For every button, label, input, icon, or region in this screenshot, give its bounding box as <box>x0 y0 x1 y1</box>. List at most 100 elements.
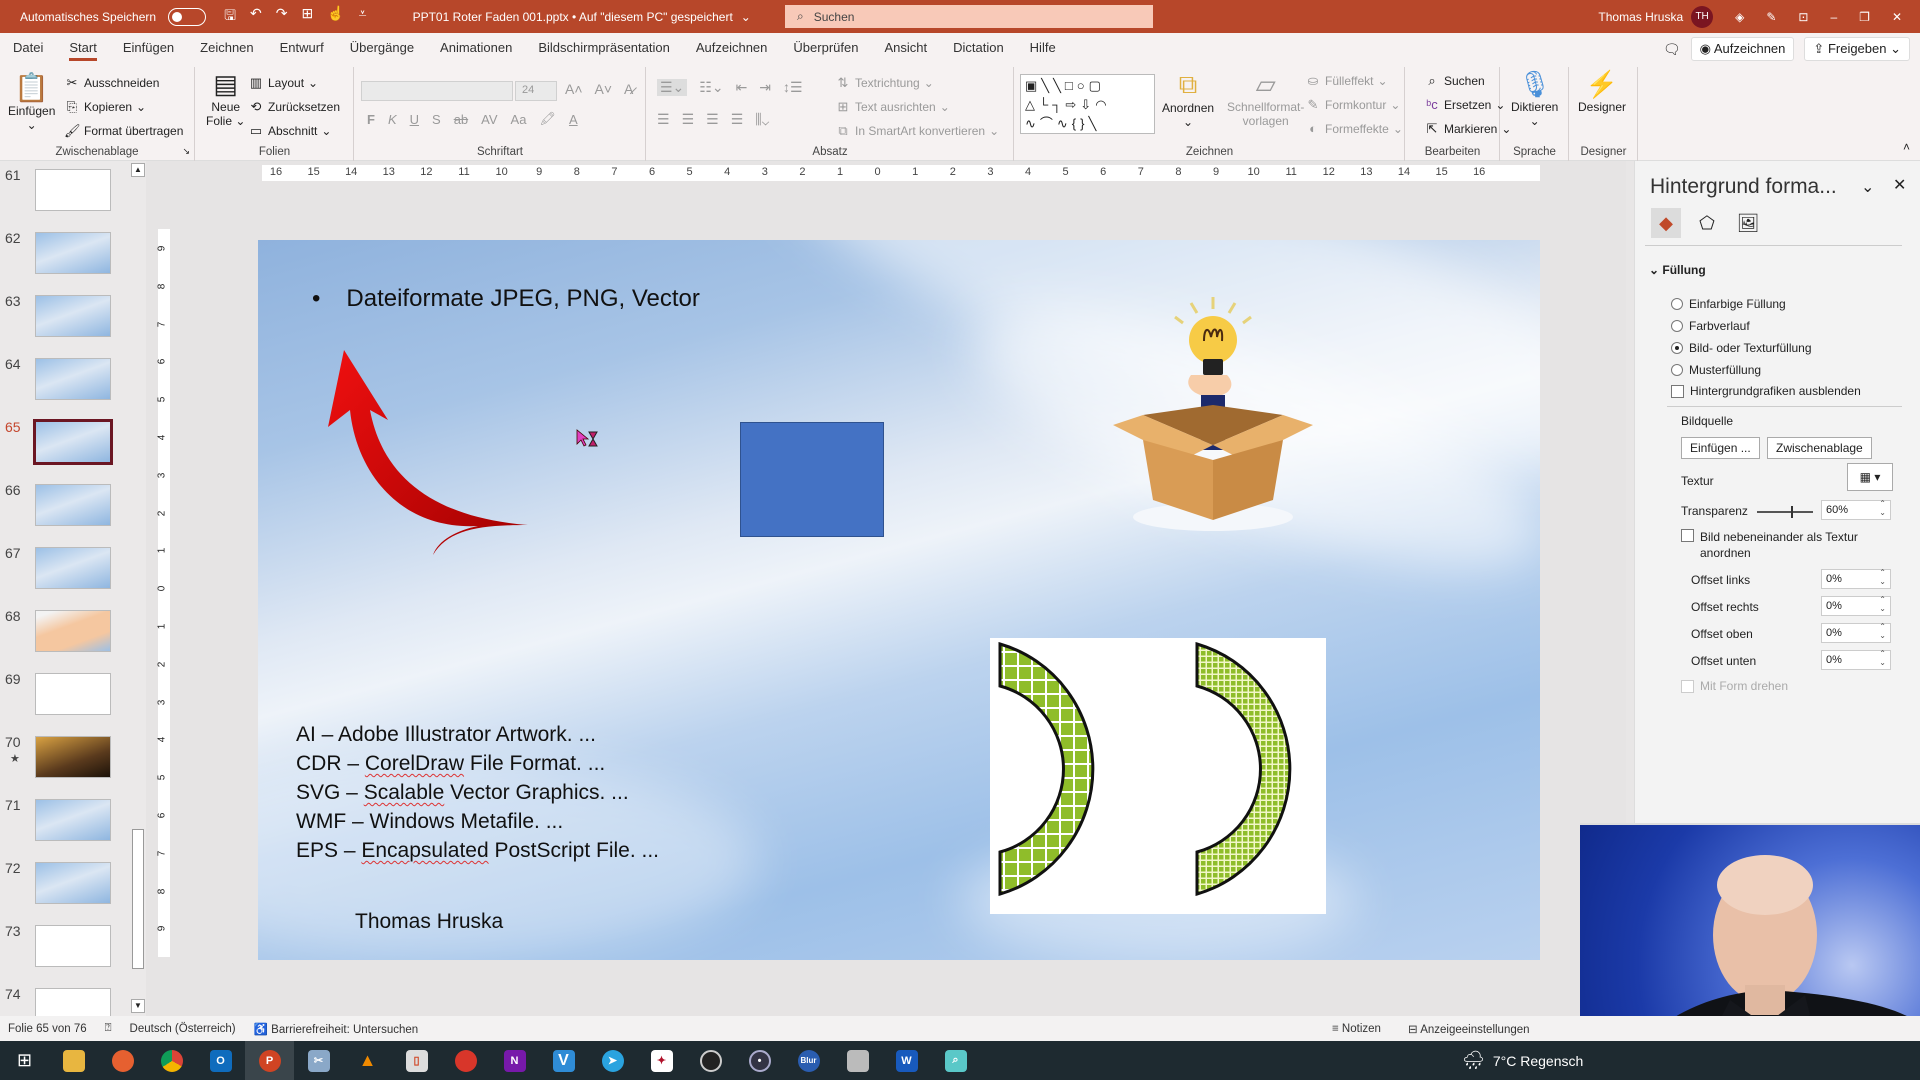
current-slide[interactable]: • Dateiformate JPEG, PNG, Vector AI – Ad… <box>258 240 1540 960</box>
reset-button[interactable]: ⟲ Zurücksetzen <box>248 99 340 115</box>
document-title[interactable]: PPT01 Roter Faden 001.pptx • Auf "diesem… <box>413 10 733 24</box>
close-icon[interactable]: ✕ <box>1892 10 1902 24</box>
premium-diamond-icon[interactable]: ◈ <box>1735 10 1744 24</box>
taskbar-snipping[interactable]: ✂ <box>294 1041 343 1080</box>
slide-thumbnail[interactable] <box>35 547 111 589</box>
tab-entwurf[interactable]: Entwurf <box>267 33 337 63</box>
slide-thumbnail[interactable] <box>35 862 111 904</box>
tab-datei[interactable]: Datei <box>0 33 56 63</box>
format-painter-button[interactable]: 🖌 Format übertragen <box>64 123 183 139</box>
slide-thumbnail[interactable] <box>35 925 111 967</box>
text-direction-button[interactable]: ⇅ Textrichtung ⌄ <box>835 75 934 91</box>
undo-icon[interactable]: ↶ <box>250 5 262 29</box>
tab-aufzeichnen[interactable]: Aufzeichnen <box>683 33 781 63</box>
lightbulb-box-illustration[interactable] <box>1113 295 1313 535</box>
increase-font-icon[interactable]: A˄ <box>565 81 583 97</box>
thumbnails-scrollbar[interactable]: ▲ ▼ <box>130 161 146 1016</box>
weather-widget[interactable]: 🌧 7°C Regensch <box>1462 1041 1583 1080</box>
taskbar-app-2[interactable] <box>441 1041 490 1080</box>
touch-mode-icon[interactable]: ☝ <box>327 5 344 29</box>
char-spacing-button[interactable]: AV <box>481 112 497 127</box>
tab-überprüfen[interactable]: Überprüfen <box>780 33 871 63</box>
transparency-input[interactable]: 60% <box>1821 499 1891 520</box>
offset-input[interactable]: 0% <box>1821 622 1891 643</box>
fill-option-radio[interactable]: Musterfüllung <box>1671 363 1761 377</box>
notes-button[interactable]: ≡ Notizen <box>1332 1023 1381 1035</box>
fill-section-header[interactable]: ⌄ Füllung <box>1649 263 1706 277</box>
shape-effects-button[interactable]: ◐ Formeffekte ⌄ <box>1305 121 1403 137</box>
arrange-button[interactable]: ⧉ Anordnen ⌄ <box>1162 69 1214 129</box>
customize-qat-icon[interactable]: ⩡ <box>359 5 367 29</box>
bold-button[interactable]: F <box>367 112 375 127</box>
transparency-slider[interactable] <box>1757 506 1813 518</box>
change-case-button[interactable]: Aa <box>511 112 527 127</box>
blue-rectangle-shape[interactable] <box>740 422 884 537</box>
columns-icon[interactable]: ⫼⌄ <box>755 111 769 128</box>
taskbar-visio[interactable]: V <box>539 1041 588 1080</box>
close-pane-icon[interactable]: ✕ <box>1893 175 1906 195</box>
shadow-button[interactable]: S <box>432 112 441 127</box>
strikethrough-button[interactable]: ab <box>454 112 468 127</box>
taskbar-onenote[interactable]: N <box>490 1041 539 1080</box>
increase-indent-icon[interactable]: ⇥ <box>759 79 771 96</box>
copy-button[interactable]: ⎘ Kopieren ⌄ <box>64 99 146 115</box>
font-name-input[interactable] <box>361 81 513 101</box>
taskbar-vlc[interactable]: ▲ <box>343 1041 392 1080</box>
paste-button[interactable]: 📋 Einfügen ⌄ <box>8 71 55 132</box>
taskbar-word[interactable]: W <box>882 1041 931 1080</box>
picture-tab-icon[interactable]: 🖼 <box>1733 208 1763 238</box>
slide-thumbnail[interactable] <box>35 295 111 337</box>
slide-thumbnail[interactable] <box>35 799 111 841</box>
search-box[interactable]: ⌕ Suchen <box>785 5 1153 28</box>
record-button[interactable]: ◉ Aufzeichnen <box>1690 37 1795 61</box>
slide-author[interactable]: Thomas Hruska <box>355 910 503 934</box>
new-slide-button[interactable]: ▤ Neue Folie ⌄ <box>206 69 245 128</box>
replace-button[interactable]: ᵇc Ersetzen ⌄ <box>1424 97 1505 113</box>
spellcheck-icon[interactable]: ⍰ <box>105 1022 112 1035</box>
dictate-button[interactable]: 🎙 Diktieren ⌄ <box>1511 69 1558 128</box>
decrease-font-icon[interactable]: A˅ <box>595 81 613 97</box>
insert-image-button[interactable]: Einfügen ... <box>1681 437 1760 459</box>
taskbar-explorer[interactable] <box>49 1041 98 1080</box>
offset-input[interactable]: 0% <box>1821 649 1891 670</box>
slide-bullet[interactable]: • Dateiformate JPEG, PNG, Vector <box>312 285 700 313</box>
section-button[interactable]: ▭ Abschnitt ⌄ <box>248 123 332 139</box>
fill-option-radio[interactable]: Farbverlauf <box>1671 319 1750 333</box>
tab-hilfe[interactable]: Hilfe <box>1017 33 1069 63</box>
font-size-input[interactable]: 24 <box>515 81 557 101</box>
select-button[interactable]: ⇱ Markieren ⌄ <box>1424 121 1512 137</box>
slide-thumbnail[interactable] <box>35 358 111 400</box>
underline-button[interactable]: U <box>410 112 419 127</box>
pen-icon[interactable]: ✎ <box>1766 10 1776 24</box>
slide-thumbnail[interactable] <box>35 232 111 274</box>
tab-zeichnen[interactable]: Zeichnen <box>187 33 266 63</box>
find-button[interactable]: ⌕ Suchen <box>1424 73 1484 89</box>
slide-thumbnail[interactable] <box>35 484 111 526</box>
texture-dropdown[interactable]: ▦ ▾ <box>1847 463 1893 491</box>
smartart-button[interactable]: ⧉ In SmartArt konvertieren ⌄ <box>835 123 999 139</box>
start-button[interactable]: ⊞ <box>0 1041 49 1080</box>
taskbar-app-7[interactable]: ⌕ <box>931 1041 980 1080</box>
scroll-up-icon[interactable]: ▲ <box>131 163 145 177</box>
taskbar-outlook[interactable]: O <box>196 1041 245 1080</box>
minimize-icon[interactable]: – <box>1830 10 1837 24</box>
taskbar-app-1[interactable]: ▯ <box>392 1041 441 1080</box>
numbering-icon[interactable]: ☷⌄ <box>699 79 723 96</box>
line-spacing-icon[interactable]: ↕☰ <box>783 79 803 96</box>
quick-styles-button[interactable]: ▱ Schnellformat- vorlagen <box>1227 69 1304 128</box>
language-indicator[interactable]: Deutsch (Österreich) <box>130 1023 236 1035</box>
justify-icon[interactable]: ☰ <box>731 111 744 128</box>
share-button[interactable]: ⇪ Freigeben ⌄ <box>1804 37 1910 61</box>
offset-input[interactable]: 0% <box>1821 595 1891 616</box>
fill-option-radio[interactable]: Bild- oder Texturfüllung <box>1671 341 1812 355</box>
clipboard-button[interactable]: Zwischenablage <box>1767 437 1872 459</box>
fill-tab-icon[interactable]: ◆ <box>1651 208 1681 238</box>
layout-button[interactable]: ▥ Layout ⌄ <box>248 75 318 91</box>
align-center-icon[interactable]: ☰ <box>682 111 695 128</box>
taskbar-obs[interactable] <box>686 1041 735 1080</box>
tab-bildschirmpräsentation[interactable]: Bildschirmpräsentation <box>525 33 683 63</box>
slider-thumb[interactable] <box>1790 506 1793 518</box>
slide-thumbnail[interactable] <box>35 673 111 715</box>
align-left-icon[interactable]: ☰ <box>657 111 670 128</box>
offset-input[interactable]: 0% <box>1821 568 1891 589</box>
